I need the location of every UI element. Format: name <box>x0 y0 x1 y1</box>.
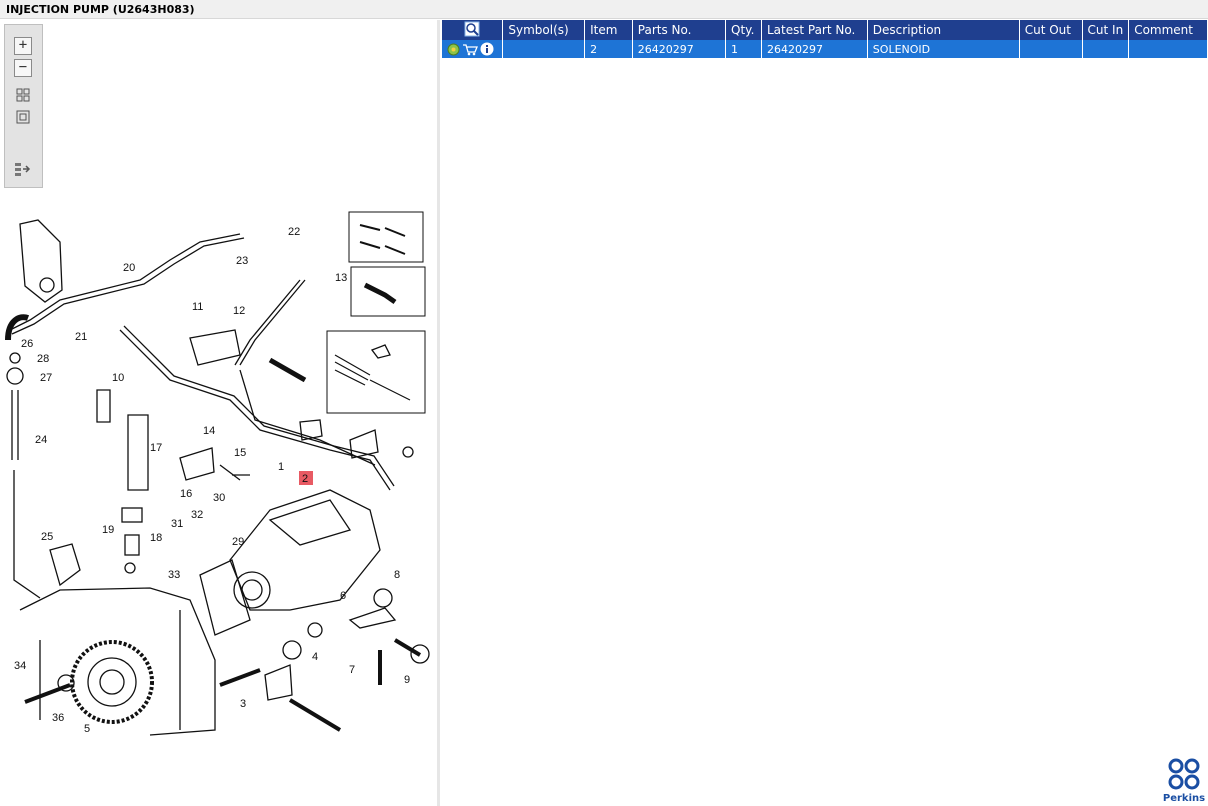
cell-qty: 1 <box>725 40 762 58</box>
callout-25[interactable]: 25 <box>41 531 53 543</box>
callout-7[interactable]: 7 <box>349 664 355 676</box>
callout-22[interactable]: 22 <box>288 226 300 238</box>
column-header-tools[interactable] <box>442 20 504 40</box>
perkins-logo: Perkins <box>1162 758 1206 804</box>
column-header-cut-out[interactable]: Cut Out <box>1019 20 1083 40</box>
cell-symbols <box>502 40 586 58</box>
column-header-parts-no[interactable]: Parts No. <box>632 20 727 40</box>
callout-16[interactable]: 16 <box>180 488 192 500</box>
callout-3[interactable]: 3 <box>240 698 246 710</box>
callout-21[interactable]: 21 <box>75 331 87 343</box>
cell-latest-part-no: 26420297 <box>761 40 868 58</box>
cell-cut-out <box>1019 40 1083 58</box>
info-icon[interactable] <box>480 42 494 56</box>
callout-30[interactable]: 30 <box>213 492 225 504</box>
callout-27[interactable]: 27 <box>40 372 52 384</box>
parts-list-pane: Symbol(s) Item Parts No. Qty. Latest Par… <box>440 20 1208 806</box>
callout-5[interactable]: 5 <box>84 723 90 735</box>
window-title: INJECTION PUMP (U2643H083) <box>0 0 1208 19</box>
row-actions-cell <box>442 40 504 58</box>
callout-10[interactable]: 10 <box>112 372 124 384</box>
callout-12[interactable]: 12 <box>233 305 245 317</box>
magnifier-icon <box>464 21 480 36</box>
callout-13[interactable]: 13 <box>335 272 347 284</box>
callout-36[interactable]: 36 <box>52 712 64 724</box>
callout-24[interactable]: 24 <box>35 434 47 446</box>
callout-17[interactable]: 17 <box>150 442 162 454</box>
callout-32[interactable]: 32 <box>191 509 203 521</box>
column-header-description[interactable]: Description <box>867 20 1020 40</box>
callout-34[interactable]: 34 <box>14 660 26 672</box>
diagram-toolbar: + − <box>4 24 43 188</box>
table-header-row: Symbol(s) Item Parts No. Qty. Latest Par… <box>442 20 1208 40</box>
callout-15[interactable]: 15 <box>234 447 246 459</box>
callout-14[interactable]: 14 <box>203 425 215 437</box>
perkins-logo-text: Perkins <box>1162 793 1206 804</box>
callout-1[interactable]: 1 <box>278 461 284 473</box>
actual-size-button[interactable] <box>14 109 32 127</box>
callout-28[interactable]: 28 <box>37 353 49 365</box>
callout-20[interactable]: 20 <box>123 262 135 274</box>
export-list-icon <box>15 163 31 176</box>
callout-8[interactable]: 8 <box>394 569 400 581</box>
callout-18[interactable]: 18 <box>150 532 162 544</box>
shopping-cart-icon[interactable] <box>462 43 478 56</box>
cell-comment <box>1128 40 1208 58</box>
column-header-item[interactable]: Item <box>584 20 633 40</box>
cell-description: SOLENOID <box>867 40 1020 58</box>
gear-icon[interactable] <box>447 43 460 56</box>
column-header-qty[interactable]: Qty. <box>725 20 762 40</box>
export-button[interactable] <box>14 161 32 179</box>
callout-23[interactable]: 23 <box>236 255 248 267</box>
callout-11[interactable]: 11 <box>192 301 203 313</box>
cell-part-no: 26420297 <box>632 40 727 58</box>
parts-table: Symbol(s) Item Parts No. Qty. Latest Par… <box>442 20 1208 58</box>
cell-cut-in <box>1082 40 1130 58</box>
callout-29[interactable]: 29 <box>232 536 244 548</box>
callout-33[interactable]: 33 <box>168 569 180 581</box>
callout-31[interactable]: 31 <box>171 518 183 530</box>
column-header-comment[interactable]: Comment <box>1128 20 1208 40</box>
table-row[interactable]: 2 26420297 1 26420297 SOLENOID <box>442 40 1208 58</box>
fit-view-button[interactable] <box>14 87 32 105</box>
cell-item: 2 <box>584 40 633 58</box>
perkins-logo-icon <box>1168 758 1200 790</box>
zoom-out-button[interactable]: − <box>14 59 32 77</box>
callout-4[interactable]: 4 <box>312 651 318 663</box>
exploded-parts-diagram[interactable]: 1 2 3 4 5 6 7 8 9 10 11 12 13 14 15 16 1… <box>0 190 437 750</box>
square-icon <box>16 110 30 124</box>
column-header-latest-part-no[interactable]: Latest Part No. <box>761 20 868 40</box>
column-header-cut-in[interactable]: Cut In <box>1082 20 1130 40</box>
callout-26[interactable]: 26 <box>21 338 33 350</box>
callout-2[interactable]: 2 <box>302 473 308 485</box>
column-header-symbols[interactable]: Symbol(s) <box>502 20 586 40</box>
grid-icon <box>16 88 30 102</box>
zoom-in-button[interactable]: + <box>14 37 32 55</box>
callout-19[interactable]: 19 <box>102 524 114 536</box>
callout-9[interactable]: 9 <box>404 674 410 686</box>
callout-6[interactable]: 6 <box>340 590 346 602</box>
diagram-pane[interactable]: + − 1 2 3 4 5 6 7 8 9 10 11 12 13 14 15 … <box>0 20 437 806</box>
